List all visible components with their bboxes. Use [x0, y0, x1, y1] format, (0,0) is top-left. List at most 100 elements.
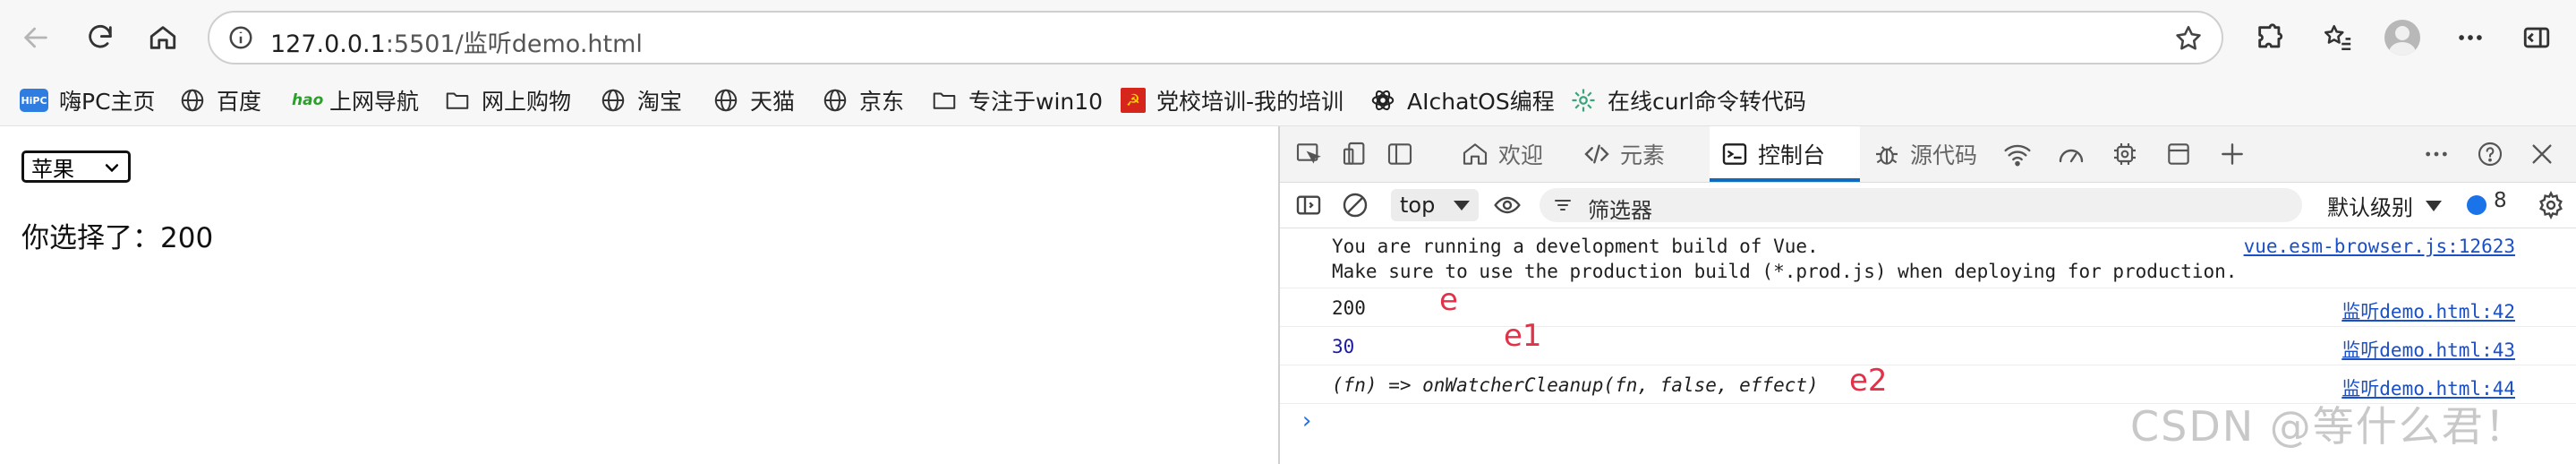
favorite-star-icon[interactable]	[2173, 23, 2204, 54]
log-source-link[interactable]: 监听demo.html:42	[2341, 297, 2515, 324]
panel-layout-icon	[1387, 143, 1412, 165]
selection-result-text: 你选择了：200	[21, 222, 214, 254]
more-dots-icon	[2426, 151, 2447, 157]
bookmark-item[interactable]: 京东	[822, 82, 904, 118]
log-source-link[interactable]: 监听demo.html:43	[2341, 336, 2515, 363]
sidebar-toggle-button[interactable]	[2512, 13, 2562, 63]
devtools-more-button[interactable]	[2420, 138, 2452, 170]
refresh-icon	[89, 25, 112, 48]
console-message: You are running a development build of V…	[1280, 228, 2576, 288]
message-badge-icon[interactable]	[2467, 195, 2486, 215]
bookmark-item[interactable]: hao 上网导航	[292, 82, 419, 118]
bookmark-item[interactable]: 在线curl命令转代码	[1570, 82, 1806, 118]
fruit-select[interactable]: 苹果	[21, 150, 131, 183]
code-icon	[1584, 144, 1609, 164]
url-host: 127.0.0.1	[270, 30, 386, 58]
log-source-link[interactable]: vue.esm-browser.js:12623	[2244, 236, 2515, 257]
chevron-down-icon	[105, 164, 119, 173]
favorites-list-icon	[2324, 24, 2351, 51]
log-text-line: You are running a development build of V…	[1332, 236, 1819, 257]
globe-icon	[179, 87, 206, 114]
url-path: :5501/监听demo.html	[385, 30, 643, 58]
site-info-icon[interactable]	[226, 22, 256, 53]
folder-icon	[444, 87, 471, 114]
openai-icon	[1369, 87, 1396, 114]
tab-welcome[interactable]: 欢迎	[1455, 126, 1579, 182]
extensions-button[interactable]	[2245, 13, 2295, 63]
gear-flower-icon	[1570, 87, 1597, 114]
annotation-label: e	[1439, 282, 1458, 318]
puzzle-icon	[2258, 23, 2283, 48]
web-page: 苹果 你选择了：200	[0, 126, 1278, 464]
context-selector[interactable]: top	[1391, 189, 1479, 221]
tab-elements[interactable]: 元素	[1582, 126, 1701, 182]
close-devtools-button[interactable]	[2526, 138, 2558, 170]
help-button[interactable]	[2474, 138, 2506, 170]
console-sidebar-button[interactable]	[1292, 189, 1325, 221]
performance-tab-button[interactable]	[2055, 138, 2087, 170]
console-prompt[interactable]: ›	[1300, 408, 1314, 434]
bookmark-item[interactable]: 天猫	[712, 82, 795, 118]
log-value: 200	[1332, 297, 1366, 319]
application-tab-button[interactable]	[2162, 138, 2195, 170]
close-icon	[2532, 144, 2552, 164]
console-message: 200 监听demo.html:42	[1280, 288, 2576, 327]
bookmark-item[interactable]: 专注于win10	[931, 82, 1103, 118]
bookmark-item[interactable]: 淘宝	[600, 82, 682, 118]
device-emulation-button[interactable]	[1339, 138, 1371, 170]
sidebar-panel-icon	[2523, 27, 2550, 48]
bookmark-item[interactable]: 百度	[179, 82, 261, 118]
tab-label: 元素	[1620, 142, 1666, 168]
profile-avatar[interactable]	[2384, 20, 2420, 56]
tab-sources[interactable]: 源代码	[1862, 126, 2019, 182]
home-icon	[1463, 143, 1488, 165]
back-button[interactable]	[11, 13, 61, 63]
clear-console-button[interactable]	[1339, 189, 1371, 221]
bookmark-item[interactable]: HiPC 嗨PC主页	[20, 82, 156, 118]
log-value: 30	[1332, 336, 1355, 357]
help-icon	[2478, 142, 2503, 167]
console-message: 30 监听demo.html:43	[1280, 327, 2576, 365]
log-levels-label: 默认级别	[2327, 195, 2413, 220]
refresh-button[interactable]	[75, 13, 125, 63]
tab-label: 欢迎	[1498, 142, 1544, 168]
more-menu-button[interactable]	[2445, 13, 2495, 63]
log-text-line: Make sure to use the production build (*…	[1332, 261, 2238, 282]
devtools-tab-bar: 欢迎 元素 控制台 源代码	[1280, 126, 2576, 183]
bookmark-item[interactable]: AIchatOS编程	[1369, 82, 1555, 118]
log-value: (fn) => onWatcherCleanup(fn, false, effe…	[1332, 374, 1819, 396]
hao-logo-icon: hao	[292, 91, 324, 109]
live-expression-button[interactable]	[1491, 189, 1523, 221]
browser-toolbar: 127.0.0.1:5501/监听demo.html	[0, 0, 2576, 75]
annotation-label: e2	[1849, 363, 1888, 399]
tab-console[interactable]: 控制台	[1710, 126, 1860, 182]
more-tabs-button[interactable]	[2216, 138, 2248, 170]
memory-tab-button[interactable]	[2109, 138, 2141, 170]
bug-icon	[1876, 146, 1898, 165]
console-filter-input[interactable]: 筛选器	[1540, 188, 2302, 223]
home-button[interactable]	[138, 13, 188, 63]
network-tab-button[interactable]	[2001, 138, 2034, 170]
favorites-button[interactable]	[2313, 13, 2363, 63]
context-value: top	[1400, 193, 1436, 218]
dock-side-button[interactable]	[1384, 138, 1416, 170]
gear-icon	[2539, 191, 2563, 219]
console-toolbar: top 筛选器 默认级别 8	[1280, 183, 2576, 228]
bookmark-label: 在线curl命令转代码	[1608, 89, 1806, 115]
address-bar[interactable]: 127.0.0.1:5501/监听demo.html	[208, 11, 2223, 64]
globe-icon	[712, 87, 739, 114]
log-levels-dropdown[interactable]: 默认级别	[2327, 190, 2442, 221]
party-emblem-icon: ☭	[1121, 88, 1146, 113]
annotation-label: e1	[1504, 318, 1542, 354]
chip-icon	[2114, 143, 2136, 165]
message-count: 8	[2494, 189, 2507, 212]
console-settings-button[interactable]	[2535, 189, 2567, 221]
bookmark-item[interactable]: ☭ 党校培训-我的培训	[1121, 82, 1343, 118]
bookmarks-bar: HiPC 嗨PC主页 百度 hao 上网导航 网上购物 淘宝 天猫 京东 专注于…	[0, 75, 2576, 126]
tab-label: 源代码	[1910, 142, 1978, 168]
globe-icon	[600, 87, 627, 114]
bookmark-label: 淘宝	[637, 89, 683, 115]
inspect-element-button[interactable]	[1292, 138, 1325, 170]
bookmark-item[interactable]: 网上购物	[444, 82, 571, 118]
url-text[interactable]: 127.0.0.1:5501/监听demo.html	[270, 24, 643, 59]
